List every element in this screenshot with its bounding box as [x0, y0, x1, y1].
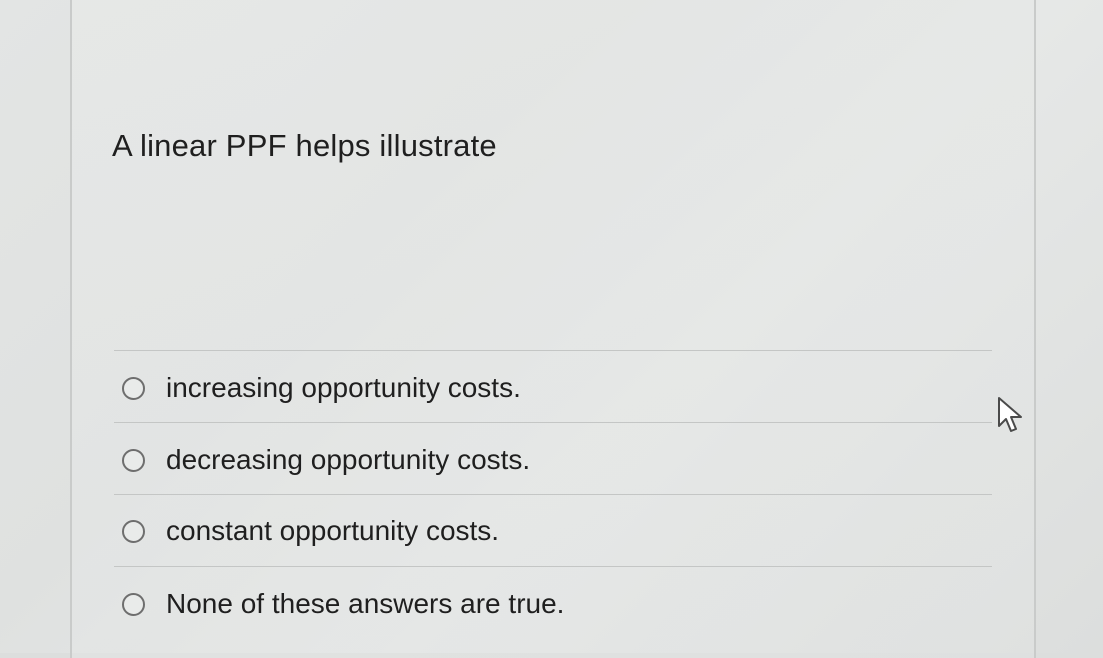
screen-background: A linear PPF helps illustrate increasing… [0, 0, 1103, 658]
question-panel [70, 0, 1036, 658]
radio-button-icon[interactable] [122, 376, 145, 400]
radio-button-icon[interactable] [122, 448, 145, 472]
answer-option-4[interactable]: None of these answers are true. [122, 584, 564, 624]
mouse-pointer-icon [998, 397, 1022, 432]
answer-option-3[interactable]: constant opportunity costs. [122, 511, 499, 551]
question-text: A linear PPF helps illustrate [112, 128, 497, 163]
answer-option-label: decreasing opportunity costs. [166, 444, 531, 475]
divider [114, 422, 992, 423]
answer-option-label: None of these answers are true. [166, 588, 565, 619]
answer-option-label: constant opportunity costs. [166, 515, 500, 546]
radio-button-icon[interactable] [122, 592, 145, 616]
radio-button-icon[interactable] [122, 519, 145, 543]
divider [114, 566, 992, 567]
answer-option-2[interactable]: decreasing opportunity costs. [122, 440, 530, 480]
answer-option-1[interactable]: increasing opportunity costs. [122, 368, 521, 408]
divider [114, 350, 992, 351]
divider [114, 494, 992, 495]
answer-option-label: increasing opportunity costs. [166, 372, 521, 403]
